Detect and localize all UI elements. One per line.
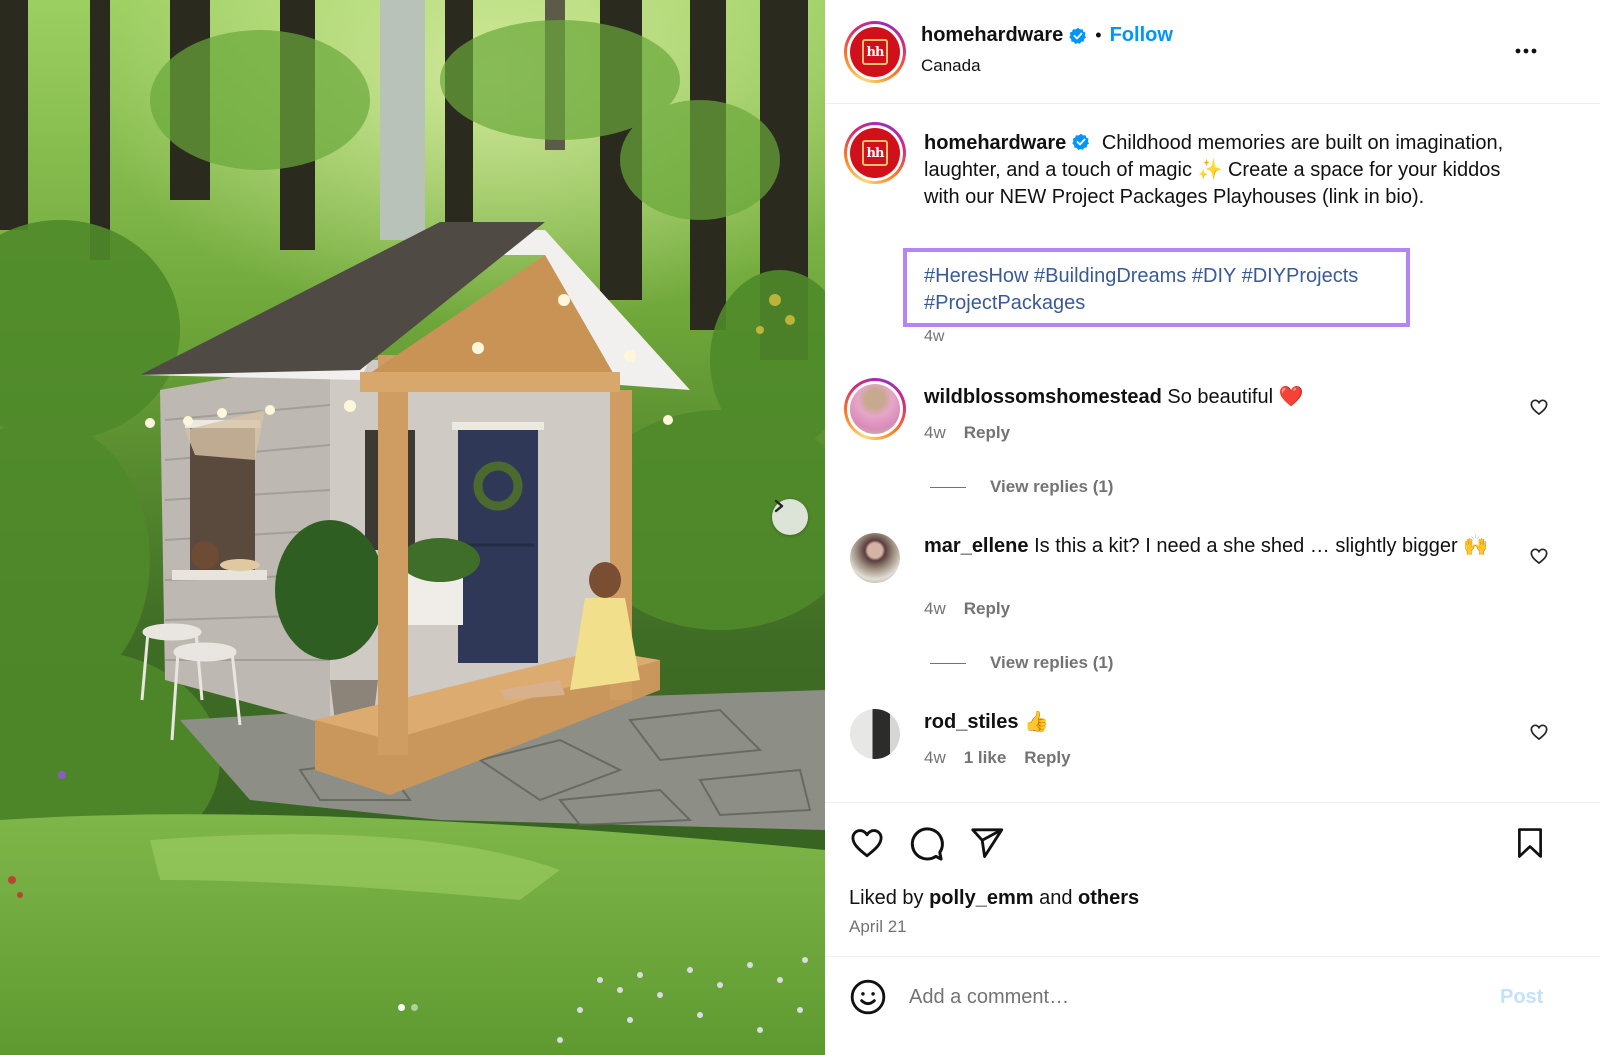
home-hardware-logo: hh [850,27,900,77]
home-hardware-logo: hh [850,128,900,178]
add-comment-input[interactable] [909,982,1469,1012]
playhouse-photo [0,0,825,1055]
reply-button[interactable]: Reply [1024,748,1070,768]
comment-username[interactable]: wildblossomshomestead [924,386,1162,408]
reply-button[interactable]: Reply [964,423,1010,443]
comment-body: 👍 [1024,711,1049,733]
comment-username[interactable]: rod_stiles [924,711,1018,733]
author-avatar[interactable]: hh [844,21,906,83]
caption-author-avatar[interactable]: hh [844,122,906,184]
reply-button[interactable]: Reply [964,599,1010,619]
author-username[interactable]: homehardware [921,24,1063,47]
comment-meta: 4w Reply [924,599,1010,619]
comment-text-row: wildblossomshomestead So beautiful ❤️ [924,384,1514,411]
divider-line [930,662,966,664]
post-details-panel: hh homehardware • Follow Canada hh homeh… [825,0,1600,1055]
comment-username[interactable]: mar_ellene [924,535,1029,557]
caption-timestamp[interactable]: 4w [924,328,944,346]
hashtag-link[interactable]: #ProjectPackages [924,292,1085,314]
verified-badge-icon [1072,133,1090,150]
comment-meta: 4w Reply [924,423,1010,443]
comment-icon[interactable] [907,825,945,863]
send-icon[interactable] [968,825,1006,861]
post-location[interactable]: Canada [921,56,981,76]
comment-time[interactable]: 4w [924,748,946,768]
comment-meta: 4w 1 like Reply [924,748,1071,768]
post-header: hh homehardware • Follow Canada [825,0,1600,104]
emoji-icon[interactable] [849,978,887,1016]
post-media [0,0,825,1055]
commenter-avatar[interactable] [844,378,906,440]
liked-by-user-link[interactable]: polly_emm [929,887,1033,909]
comment-like-icon[interactable] [1529,546,1549,566]
liked-by-text: Liked by polly_emm and others [849,887,1139,910]
comment-like-icon[interactable] [1529,397,1549,417]
hashtag-link[interactable]: #BuildingDreams [1034,265,1186,287]
post-actions: Liked by polly_emm and others April 21 [825,802,1600,957]
carousel-dot-active [398,1004,405,1011]
commenter-avatar[interactable] [850,709,900,759]
hashtag-link[interactable]: #HeresHow [924,265,1028,287]
avatar-image [850,384,900,434]
hashtag-link[interactable]: #DIYProjects [1242,265,1359,287]
comment-text-row: mar_ellene Is this a kit? I need a she s… [924,533,1514,560]
carousel-dot [411,1004,418,1011]
comment-time[interactable]: 4w [924,599,946,619]
view-replies-label: View replies (1) [990,477,1114,496]
post-comment-button[interactable]: Post [1500,986,1543,1009]
caption-username[interactable]: homehardware [924,132,1066,154]
separator-dot: • [1095,25,1102,45]
liked-by-prefix: Liked by [849,887,924,909]
carousel-next-button[interactable] [772,499,808,535]
liked-by-others-link[interactable]: others [1078,887,1139,909]
comment-time[interactable]: 4w [924,423,946,443]
view-replies-button[interactable]: View replies (1) [930,477,1113,497]
comment-text-row: rod_stiles 👍 [924,709,1514,736]
more-horizontal-icon[interactable] [1513,38,1539,64]
comment-like-icon[interactable] [1529,722,1549,742]
view-replies-button[interactable]: View replies (1) [930,653,1113,673]
heart-icon[interactable] [848,825,886,861]
comment-body: So beautiful ❤️ [1167,386,1304,408]
carousel-indicator [398,1004,418,1011]
view-replies-label: View replies (1) [990,653,1114,672]
verified-badge-icon [1069,27,1087,44]
bookmark-icon[interactable] [1513,825,1547,861]
follow-button[interactable]: Follow [1110,24,1173,47]
commenter-avatar[interactable] [850,533,900,583]
liked-by-and: and [1039,887,1073,909]
add-comment-bar: Post [825,958,1600,1055]
divider-line [930,486,966,488]
post-date[interactable]: April 21 [849,917,907,937]
comment-body: Is this a kit? I need a she shed … sligh… [1034,535,1489,557]
post-caption: homehardware Childhood memories are buil… [924,130,1534,211]
hashtag-link[interactable]: #DIY [1192,265,1236,287]
chevron-right-icon [774,499,784,513]
comment-likes-count[interactable]: 1 like [964,748,1007,768]
hashtag-highlight-box: #HeresHow #BuildingDreams #DIY #DIYProje… [903,248,1410,327]
